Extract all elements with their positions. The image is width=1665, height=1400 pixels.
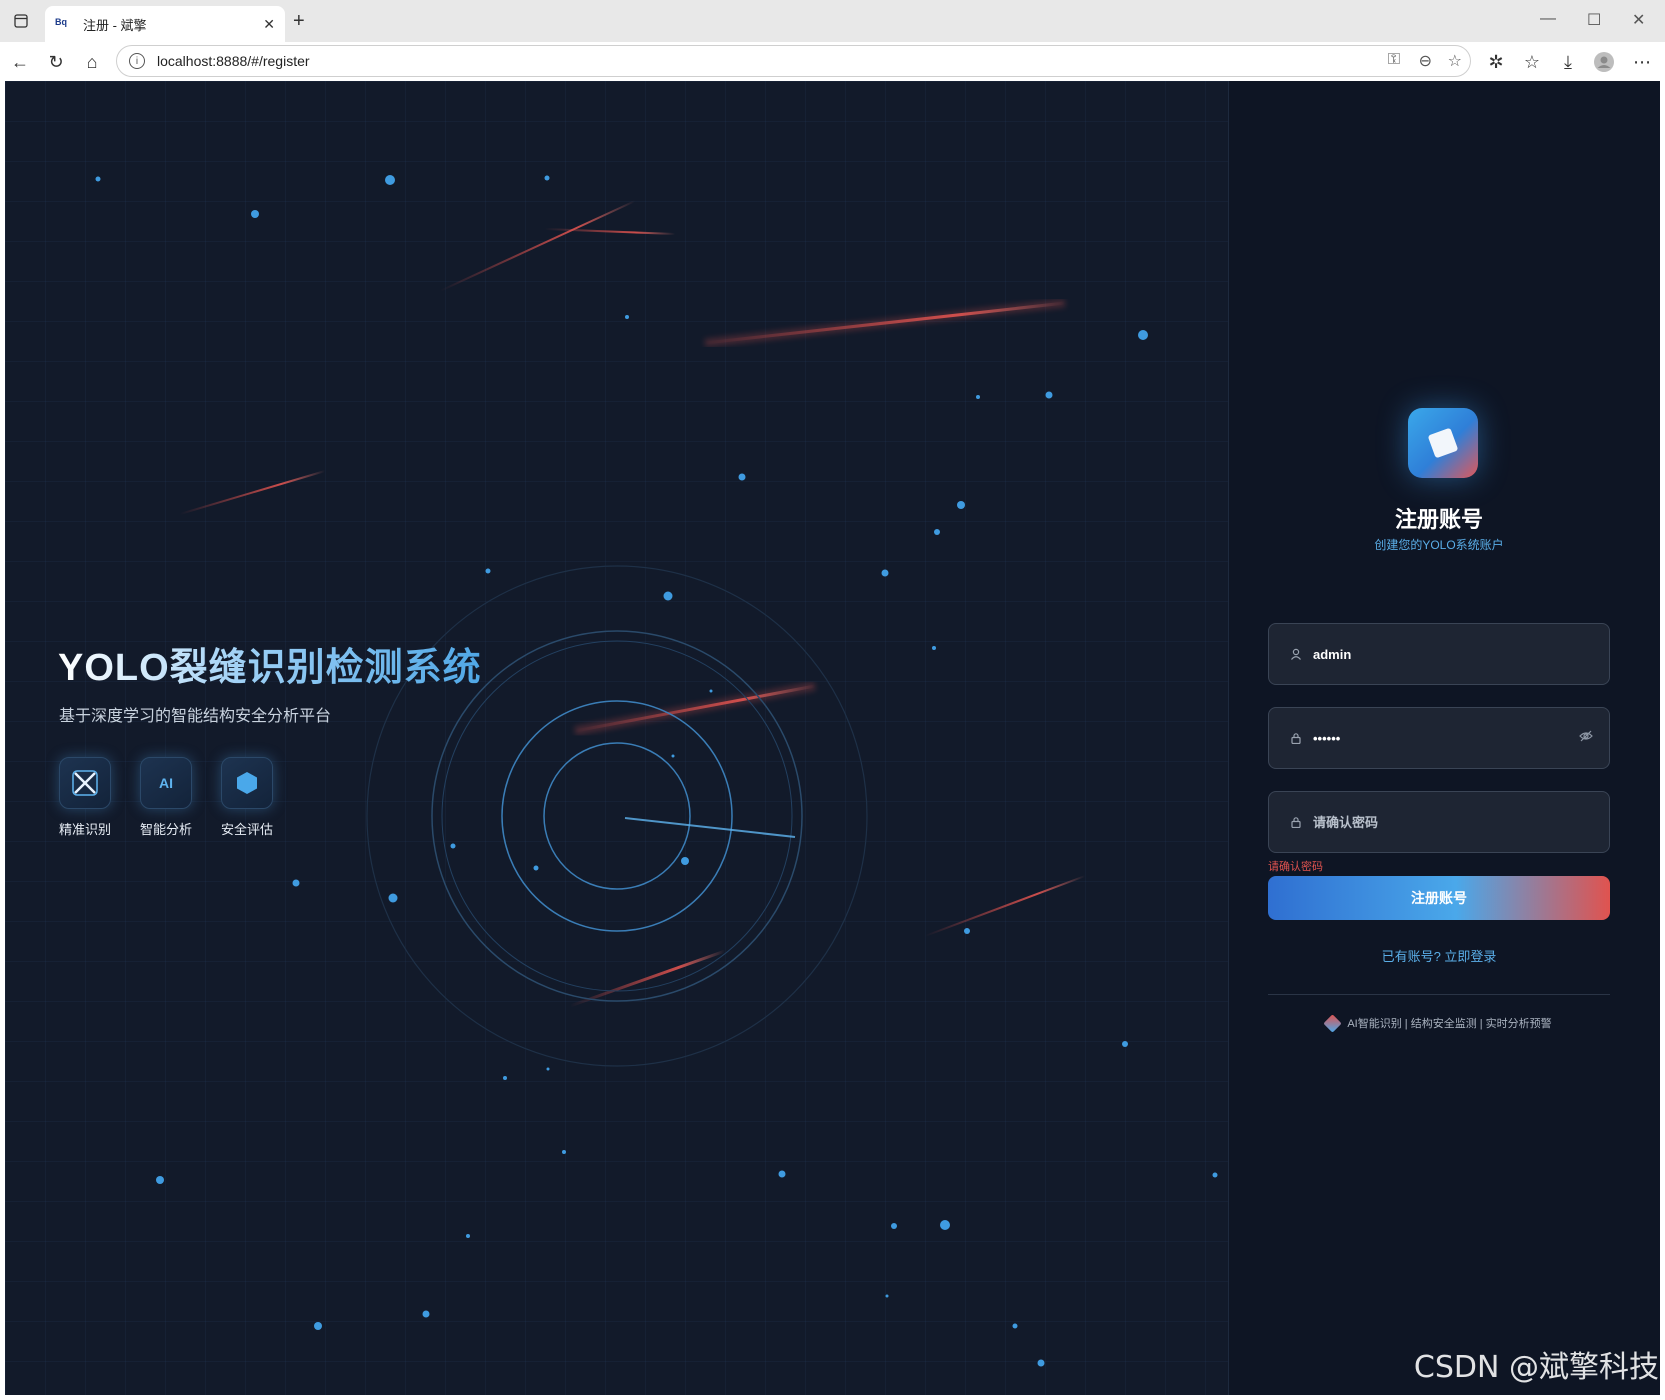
browser-tab[interactable]: Bq 注册 - 斌擎 ✕ <box>45 6 285 42</box>
app-logo-icon <box>1408 408 1478 478</box>
hero-subtitle: 基于深度学习的智能结构安全分析平台 <box>59 708 332 725</box>
nav-bar: ← ↻ ⌂ i localhost:8888/#/register ⚿ ⊖ ☆ … <box>0 42 1665 81</box>
lock-icon <box>1289 731 1303 745</box>
feature-precise-recognition: 精准识别 <box>55 757 115 838</box>
browser-chrome: Bq 注册 - 斌擎 ✕ + — ☐ ✕ ← ↻ ⌂ i localhost:8… <box>0 0 1665 81</box>
refresh-icon[interactable]: ↻ <box>44 50 68 74</box>
feature-label: 智能分析 <box>139 822 192 837</box>
close-tab-icon[interactable]: ✕ <box>263 16 275 33</box>
tab-bar: Bq 注册 - 斌擎 ✕ + — ☐ ✕ <box>0 0 1665 42</box>
password-field[interactable] <box>1268 707 1610 769</box>
favicon-icon: Bq <box>55 17 67 27</box>
url-text: localhost:8888/#/register <box>157 53 310 69</box>
hexagon-icon <box>221 757 273 809</box>
confirm-password-field[interactable] <box>1268 791 1610 853</box>
hero-title: YOLO裂缝识别检测系统 <box>58 636 482 691</box>
tab-actions-icon[interactable] <box>8 8 34 34</box>
minimize-icon[interactable]: — <box>1540 10 1556 28</box>
feature-label: 安全评估 <box>220 822 273 837</box>
new-tab-icon[interactable]: + <box>293 10 305 33</box>
username-field[interactable] <box>1268 623 1610 685</box>
password-input[interactable] <box>1313 730 1573 746</box>
lock-icon <box>1289 815 1303 829</box>
footer-text: AI智能识别 | 结构安全监测 | 实时分析预警 <box>1347 1018 1552 1030</box>
username-input[interactable] <box>1313 646 1573 662</box>
favorite-star-icon[interactable]: ☆ <box>1448 51 1462 71</box>
tab-title: 注册 - 斌擎 <box>83 17 147 33</box>
more-menu-icon[interactable]: ⋯ <box>1630 50 1654 74</box>
confirm-password-error: 请确认密码 <box>1268 861 1323 873</box>
favorites-icon[interactable]: ☆ <box>1520 50 1544 74</box>
cube-icon <box>1323 1013 1343 1033</box>
divider <box>1268 994 1610 995</box>
extensions-icon[interactable]: ✲ <box>1484 50 1508 74</box>
key-icon[interactable]: ⚿ <box>1388 51 1400 69</box>
feature-smart-analysis: AI 智能分析 <box>136 757 196 838</box>
user-icon <box>1289 647 1303 661</box>
maximize-icon[interactable]: ☐ <box>1587 10 1601 30</box>
login-link[interactable]: 已有账号? 立即登录 <box>1223 946 1655 965</box>
home-icon[interactable]: ⌂ <box>80 50 104 74</box>
register-title: 注册账号 <box>1394 507 1483 532</box>
site-info-icon[interactable]: i <box>129 53 145 69</box>
toggle-visibility-icon[interactable] <box>1579 730 1593 745</box>
hero-panel: YOLO裂缝识别检测系统 基于深度学习的智能结构安全分析平台 精准识别 AI 智… <box>5 81 1228 1395</box>
feature-label: 精准识别 <box>58 822 111 837</box>
profile-avatar-icon[interactable] <box>1592 50 1616 74</box>
zoom-icon[interactable]: ⊖ <box>1419 51 1432 71</box>
ai-icon: AI <box>140 757 192 809</box>
back-icon[interactable]: ← <box>8 50 32 74</box>
register-button[interactable]: 注册账号 <box>1268 876 1610 920</box>
close-window-icon[interactable]: ✕ <box>1632 10 1645 30</box>
background-decoration <box>5 175 1228 1367</box>
feature-safety-assessment: 安全评估 <box>217 757 277 838</box>
x-target-icon <box>59 757 111 809</box>
downloads-icon[interactable]: ⤓ <box>1556 50 1580 74</box>
register-subtitle: 创建您的YOLO系统账户 <box>1374 538 1504 552</box>
address-bar[interactable]: i localhost:8888/#/register ⚿ ⊖ ☆ <box>116 45 1471 77</box>
meteor-streaks <box>179 200 1086 1008</box>
confirm-password-input[interactable] <box>1313 814 1573 830</box>
watermark: CSDN @斌擎科技 <box>1413 1350 1659 1385</box>
footer-tagline: AI智能识别 | 结构安全监测 | 实时分析预警 <box>1223 1013 1655 1033</box>
